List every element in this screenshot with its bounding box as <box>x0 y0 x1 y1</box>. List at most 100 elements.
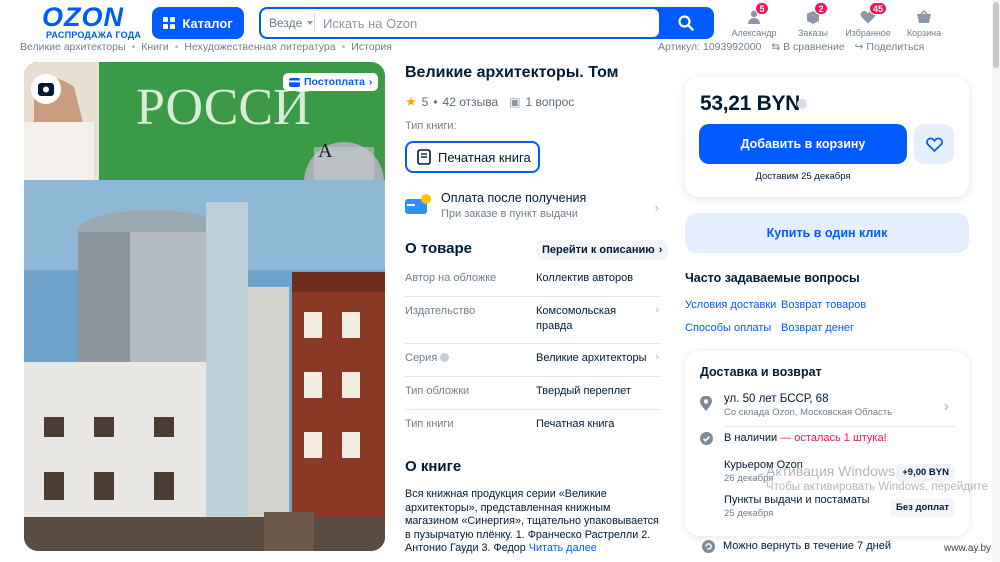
chevron-right-icon: › <box>658 244 663 256</box>
spec-key-text: Серия <box>405 352 438 364</box>
scrollbar[interactable] <box>992 0 1000 562</box>
book-type-option[interactable]: Печатная книга <box>405 141 540 173</box>
add-to-cart-button[interactable]: Добавить в корзину <box>699 124 907 164</box>
stock-left: — осталась 1 штука! <box>780 432 887 444</box>
chevron-right-icon: › <box>943 398 949 415</box>
chat-icon: ▣ <box>509 95 521 109</box>
breadcrumb-item[interactable]: История <box>351 41 392 55</box>
rating-summary[interactable]: ★ 5 • 42 отзыва ▣ 1 вопрос <box>405 94 574 110</box>
stock-label: В наличии <box>724 432 778 444</box>
scrollbar-thumb[interactable] <box>993 2 999 68</box>
spec-row: Тип книги Печатная книга <box>405 410 661 443</box>
buy-one-click-button[interactable]: Купить в один клик <box>685 213 969 253</box>
warehouse-line: Со склада Ozon, Московская Область <box>724 407 893 418</box>
faq-link-refund[interactable]: Возврат денег <box>781 322 854 334</box>
dot-separator: • <box>433 95 438 109</box>
spec-value: Комсомольская правда <box>536 305 617 332</box>
goto-description-label: Перейти к описанию <box>542 244 655 256</box>
info-icon[interactable] <box>797 99 807 109</box>
nav-cart[interactable]: Корзина <box>904 8 944 38</box>
chevron-right-icon: › <box>655 351 659 363</box>
chevron-right-icon: › <box>654 200 659 215</box>
check-circle-icon <box>700 432 713 445</box>
article-number[interactable]: Артикул: 1093992000 <box>658 41 761 53</box>
book-description: Вся книжная продукция серии «Великие арх… <box>405 488 660 556</box>
spec-row[interactable]: Серия Великие архитекторы › <box>405 344 661 377</box>
nav-favorites[interactable]: 45 Избранное <box>843 2 893 38</box>
product-image[interactable]: РОССИ A <box>24 62 385 551</box>
catalog-button[interactable]: Каталог <box>152 7 244 39</box>
delivery-address[interactable]: ул. 50 лет БССР, 68 Со склада Ozon, Моск… <box>700 393 955 423</box>
about-heading: О товаре <box>405 240 473 257</box>
search-icon <box>677 15 694 31</box>
book-type-value: Печатная книга <box>438 149 531 165</box>
divider <box>725 426 955 427</box>
delivery-option[interactable]: Пункты выдачи и постаматы 25 декабря Без… <box>700 493 955 523</box>
postpay-title: Оплата после получения <box>441 191 587 205</box>
favorites-badge: 45 <box>869 2 888 15</box>
read-more-link[interactable]: Читать далее <box>529 542 597 554</box>
spec-key: Тип обложки <box>405 385 470 397</box>
faq-link-delivery[interactable]: Условия доставки <box>685 299 776 311</box>
return-text: Можно вернуть в течение 7 дней <box>723 540 891 552</box>
chevron-right-icon: › <box>368 76 373 88</box>
faq-heading: Часто задаваемые вопросы <box>685 271 860 285</box>
option-price: +9,00 BYN <box>896 464 955 482</box>
spec-row: Тип обложки Твердый переплет <box>405 377 661 410</box>
breadcrumb-separator: • <box>341 41 346 53</box>
postpay-info[interactable]: Оплата после получения При заказе в пунк… <box>405 188 661 226</box>
book-cover-illustration: РОССИ A <box>24 62 385 551</box>
ozon-logo[interactable]: OZON РАСПРОДАЖА ГОДА <box>40 2 142 40</box>
goto-description-button[interactable]: Перейти к описанию › <box>536 240 669 260</box>
price: 53,21 BYN <box>700 92 801 115</box>
nav-profile[interactable]: 5 Александр <box>730 2 778 38</box>
search-input[interactable] <box>323 13 653 33</box>
postpay-badge-label: Постоплата <box>304 76 365 88</box>
search-scope-select[interactable]: Везде <box>269 16 314 30</box>
book-type-label: Тип книги: <box>405 120 457 132</box>
search-divider <box>314 14 315 32</box>
option-price: Без доплат <box>889 499 955 517</box>
site-watermark: www.ay.by <box>944 543 992 554</box>
product-title: Великие архитекторы. Том <box>405 64 619 81</box>
breadcrumb-item[interactable]: Нехудожественная литература <box>184 41 335 55</box>
spec-key: Серия <box>405 352 450 364</box>
spec-value: Коллектив авторов <box>536 272 634 284</box>
breadcrumb-separator: • <box>174 41 179 53</box>
header: OZON РАСПРОДАЖА ГОДА Каталог Везде 5 Але… <box>0 0 1000 44</box>
cart-icon <box>917 9 931 23</box>
image-search-button[interactable] <box>31 74 61 104</box>
specs-list: Автор на обложке Коллектив авторов Издат… <box>405 264 661 443</box>
return-policy[interactable]: Можно вернуть в течение 7 дней <box>685 536 969 556</box>
compare-label: В сравнение <box>783 41 845 53</box>
questions-count[interactable]: 1 вопрос <box>526 95 575 109</box>
breadcrumb-item[interactable]: Великие архитекторы <box>20 41 126 55</box>
faq-link-payment[interactable]: Способы оплаты <box>685 322 771 334</box>
info-icon <box>440 353 450 362</box>
compare-link[interactable]: ⇆ В сравнение <box>771 41 844 53</box>
star-icon: ★ <box>405 94 417 109</box>
card-icon <box>289 77 300 87</box>
share-link[interactable]: ↪ Поделиться <box>855 41 925 53</box>
nav-orders[interactable]: 2 Заказы <box>796 2 830 38</box>
nav-orders-label: Заказы <box>797 28 829 38</box>
book-heading: О книге <box>405 458 462 475</box>
profile-badge: 5 <box>755 2 769 15</box>
rating-value: 5 <box>421 95 429 109</box>
chevron-right-icon: › <box>655 304 659 316</box>
logo-subtitle: РАСПРОДАЖА ГОДА <box>46 30 142 40</box>
windows-activation-subtitle: Чтобы активировать Windows, перейдите в <box>766 481 998 493</box>
spec-row[interactable]: Издательство Комсомольская правда › <box>405 297 661 344</box>
spec-row: Автор на обложке Коллектив авторов <box>405 264 661 297</box>
payment-card-icon <box>405 194 431 214</box>
breadcrumb-item[interactable]: Книги <box>141 41 168 55</box>
search-bar: Везде <box>259 7 714 39</box>
search-button[interactable] <box>659 9 712 37</box>
logo-text: OZON <box>42 2 124 32</box>
share-label: Поделиться <box>866 41 925 53</box>
favorite-button[interactable] <box>914 124 954 164</box>
reviews-count[interactable]: 42 отзыва <box>443 95 499 109</box>
postpay-badge: Постоплата › <box>283 73 379 91</box>
faq-link-returns[interactable]: Возврат товаров <box>781 299 866 311</box>
breadcrumb-separator: • <box>131 41 136 53</box>
